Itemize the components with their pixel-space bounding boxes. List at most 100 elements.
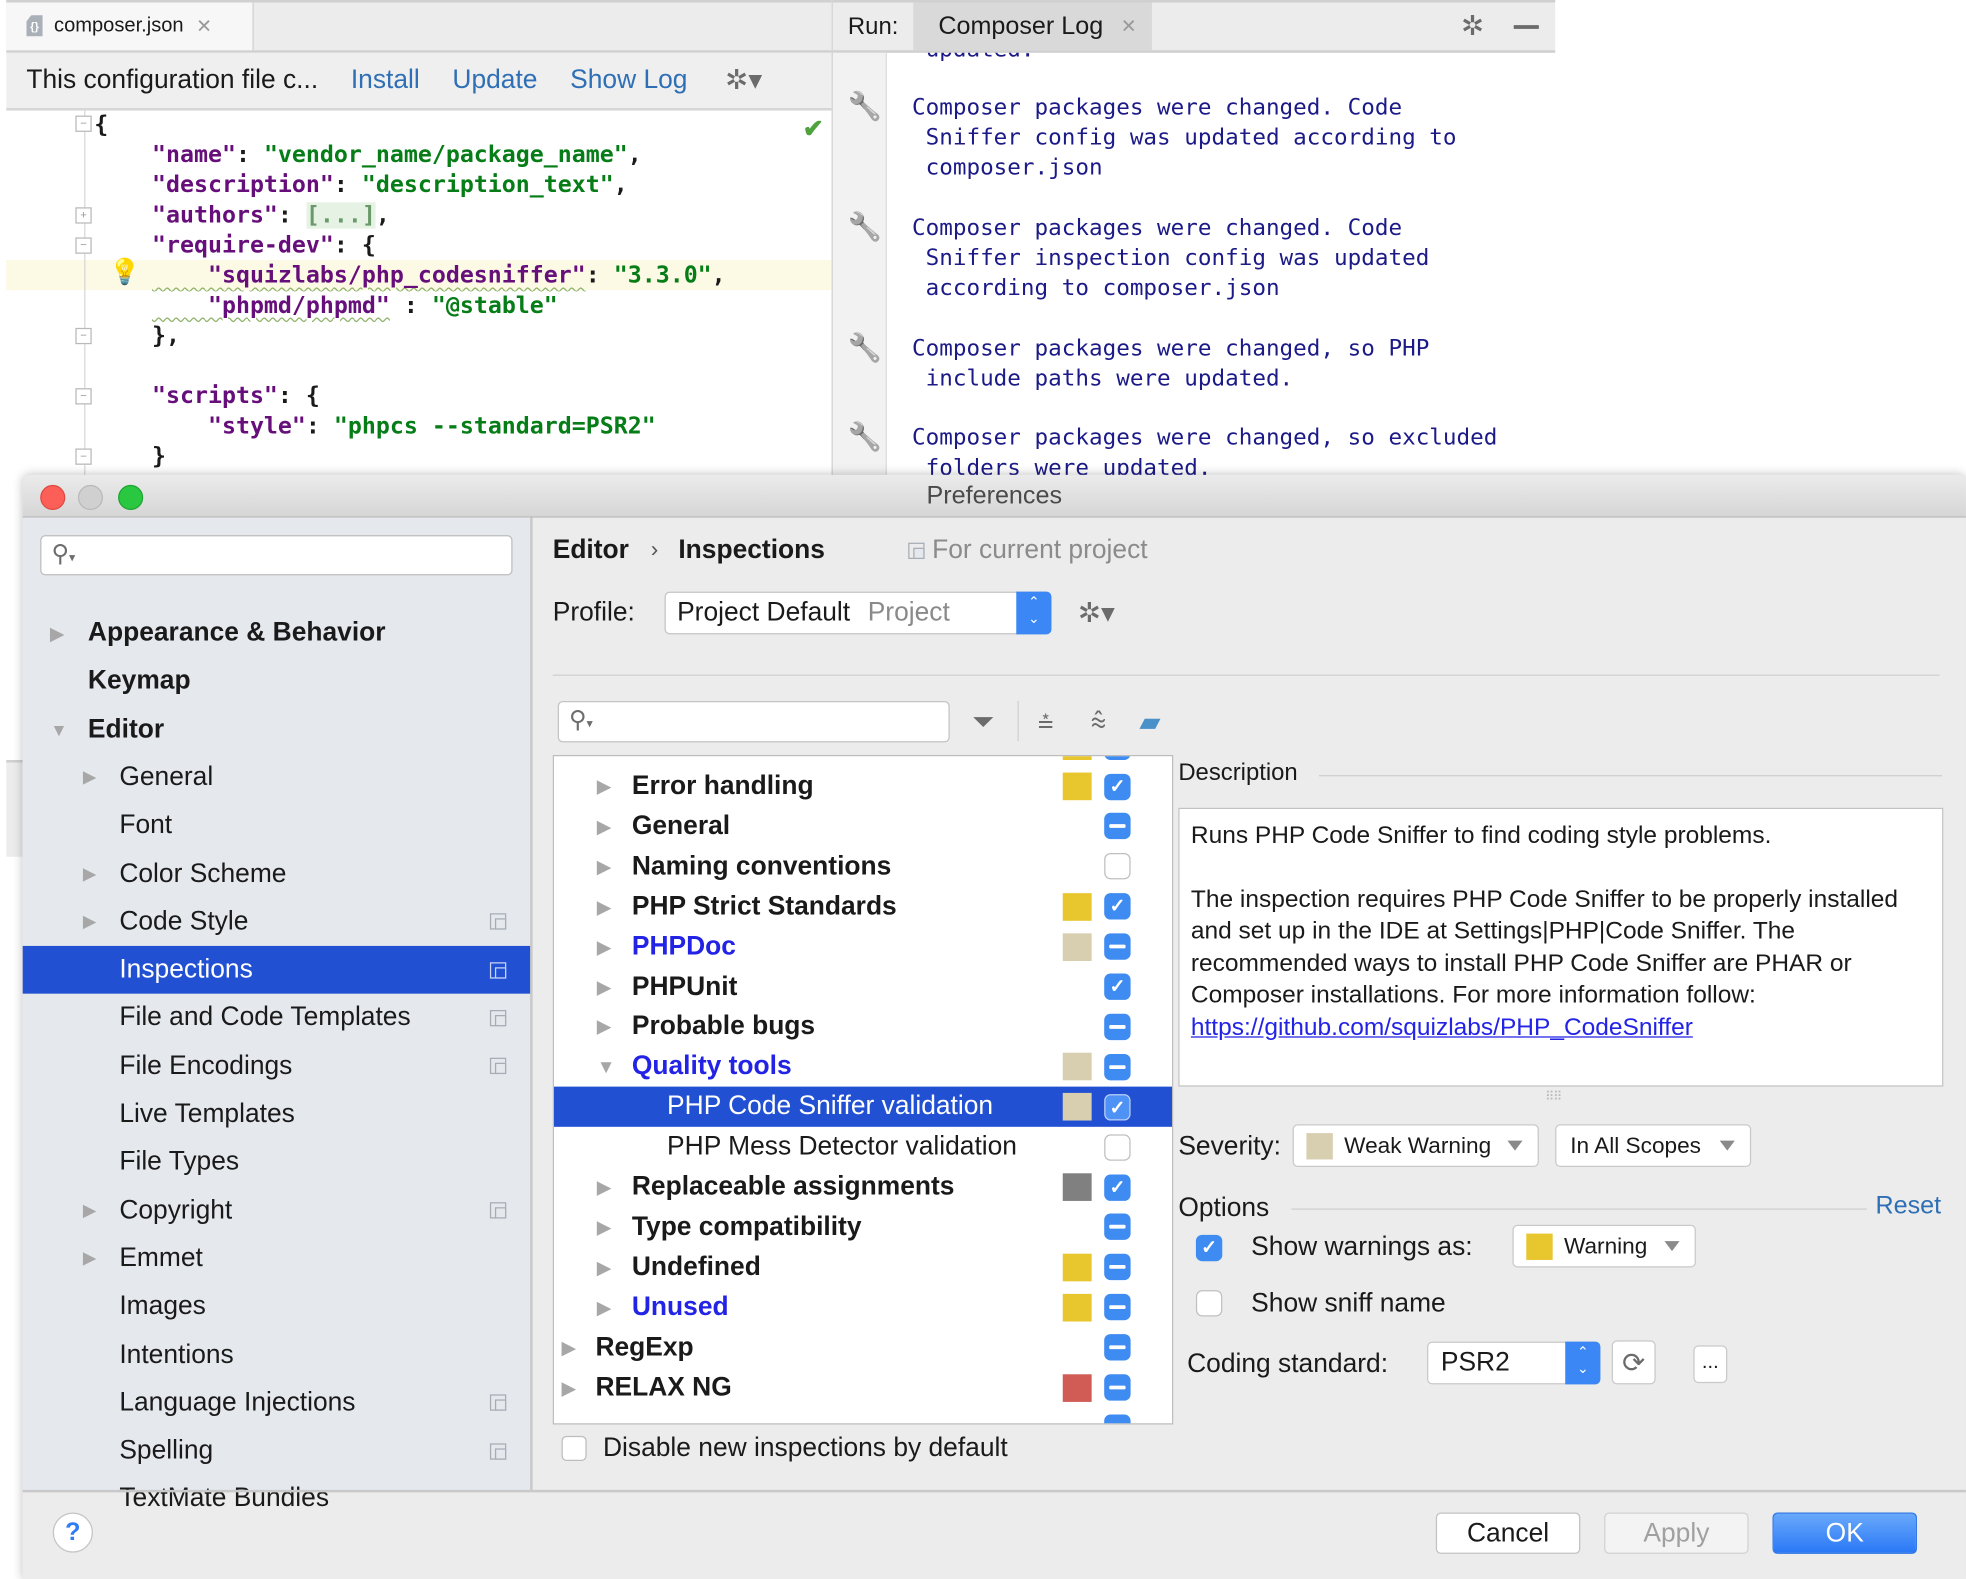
inspection-checkbox[interactable]: ✓ (1104, 1173, 1131, 1201)
sidebar-item-editor[interactable]: ▼ Editor (23, 705, 531, 753)
inspection-checkbox[interactable]: ✓ (1104, 773, 1131, 800)
sidebar-item-live-templates[interactable]: Live Templates (23, 1090, 531, 1138)
expand-all-icon[interactable]: ⩮ (1038, 706, 1054, 739)
sidebar-item-file-encodings[interactable]: File Encodings (23, 1042, 531, 1090)
expand-arrow-right-icon[interactable]: ▶ (597, 815, 612, 837)
inspection-row-php-strict-standards[interactable]: ▶ PHP Strict Standards ✓ (554, 886, 1172, 926)
inspection-row-unused[interactable]: ▶ Unused (554, 1287, 1172, 1327)
install-link[interactable]: Install (351, 65, 420, 95)
inspection-row-general[interactable]: ▶ General (554, 806, 1172, 846)
inspection-checkbox[interactable] (1104, 1053, 1131, 1081)
show-warnings-checkbox[interactable]: ✓ (1195, 1234, 1223, 1262)
inspection-checkbox[interactable]: ✓ (1104, 893, 1131, 920)
inspection-checkbox[interactable] (1104, 1013, 1131, 1040)
show-sniff-name-label[interactable]: Show sniff name (1251, 1289, 1446, 1319)
inspection-row-regexp[interactable]: ▶ RegExp (554, 1327, 1172, 1367)
folded-region[interactable]: [...] (305, 202, 376, 229)
show-warnings-select[interactable]: Warning (1512, 1224, 1696, 1268)
inspection-checkbox[interactable] (1104, 813, 1131, 840)
expand-arrow-right-icon[interactable]: ▶ (597, 975, 612, 998)
sidebar-item-keymap[interactable]: Keymap (23, 657, 531, 705)
inspection-checkbox[interactable] (1104, 853, 1131, 880)
fold-toggle-icon[interactable]: − (75, 327, 92, 345)
settings-search-input[interactable]: ⚲▾ (40, 535, 513, 576)
fold-toggle-icon[interactable]: − (75, 448, 92, 465)
editor-tab-composer-json[interactable]: {} composer.json ✕ (6, 2, 254, 51)
sidebar-item-general[interactable]: ▶ General (23, 754, 531, 802)
inspection-checkbox[interactable] (1104, 1133, 1131, 1161)
sidebar-item-color-scheme[interactable]: ▶ Color Scheme (23, 850, 531, 898)
close-icon[interactable]: ✕ (196, 15, 212, 37)
sidebar-item-spelling[interactable]: Spelling (23, 1427, 531, 1475)
expand-arrow-right-icon[interactable]: ▶ (597, 775, 612, 797)
browse-button[interactable]: ... (1693, 1345, 1728, 1384)
inspection-row-php-mess-detector-validation[interactable]: PHP Mess Detector validation (554, 1127, 1172, 1167)
expand-arrow-right-icon[interactable]: ▶ (597, 935, 612, 958)
run-tab-composer-log[interactable]: Composer Log ✕ (913, 2, 1152, 51)
fold-toggle-icon[interactable]: − (75, 237, 92, 254)
inspection-row-phpunit[interactable]: ▶ PHPUnit ✓ (554, 967, 1172, 1007)
sidebar-item-textmate-bundles[interactable]: TextMate Bundles (23, 1475, 531, 1523)
expand-arrow-right-icon[interactable]: ▶ (597, 1016, 612, 1038)
expand-arrow-down-icon[interactable]: ▼ (597, 1056, 616, 1077)
inspection-row-replaceable-assignments[interactable]: ▶ Replaceable assignments ✓ (554, 1167, 1172, 1207)
inspection-row-quality-tools[interactable]: ▼ Quality tools (554, 1047, 1172, 1087)
sidebar-item-inspections[interactable]: Inspections (22, 946, 531, 994)
disable-new-inspections-label[interactable]: Disable new inspections by default (603, 1433, 1008, 1463)
sidebar-item-file-types[interactable]: File Types (23, 1138, 531, 1186)
inspection-row-php-code-sniffer-validation[interactable]: PHP Code Sniffer validation ✓ (553, 1086, 1173, 1128)
sidebar-item-appearance-behavior[interactable]: ▶ Appearance & Behavior (23, 609, 531, 657)
reset-eraser-icon[interactable]: ▰ (1139, 706, 1160, 739)
inspection-row-undefined[interactable]: ▶ Undefined (554, 1247, 1172, 1287)
inspection-checkbox[interactable] (1104, 1294, 1131, 1321)
expand-arrow-right-icon[interactable]: ▶ (597, 895, 612, 918)
reset-link[interactable]: Reset (1876, 1192, 1942, 1221)
severity-select[interactable]: Weak Warning (1292, 1124, 1539, 1168)
gear-icon[interactable]: ✲▾ (1078, 597, 1115, 630)
gear-icon[interactable]: ✲ (1461, 10, 1484, 43)
refresh-standards-button[interactable]: ⟳ (1611, 1340, 1656, 1385)
sidebar-item-font[interactable]: Font (23, 802, 531, 850)
ok-button[interactable]: OK (1772, 1512, 1917, 1554)
show-sniff-name-checkbox[interactable] (1195, 1290, 1223, 1317)
expand-arrow-right-icon[interactable]: ▶ (83, 767, 97, 788)
inspection-checkbox[interactable]: ✓ (1104, 973, 1131, 1000)
sidebar-item-language-injections[interactable]: Language Injections (23, 1379, 531, 1427)
expand-arrow-right-icon[interactable]: ▶ (562, 1376, 577, 1398)
inspection-checkbox[interactable]: ✓ (1104, 1093, 1131, 1121)
expand-arrow-right-icon[interactable]: ▶ (597, 855, 612, 877)
sidebar-item-copyright[interactable]: ▶ Copyright (23, 1187, 531, 1235)
expand-arrow-right-icon[interactable]: ▶ (597, 1176, 612, 1198)
lightbulb-icon[interactable]: 💡 (109, 256, 140, 287)
expand-arrow-right-icon[interactable]: ▶ (597, 1256, 612, 1278)
tree-checkbox[interactable] (1104, 756, 1131, 760)
minimize-icon[interactable] (1513, 25, 1539, 29)
inspection-checkbox[interactable] (1104, 1374, 1131, 1401)
expand-arrow-right-icon[interactable]: ▶ (50, 622, 64, 643)
fold-toggle-icon[interactable]: − (75, 115, 92, 132)
sidebar-item-intentions[interactable]: Intentions (23, 1331, 531, 1379)
codesniffer-link[interactable]: https://github.com/squizlabs/PHP_CodeSni… (1191, 1013, 1693, 1041)
scope-select[interactable]: In All Scopes (1555, 1124, 1752, 1168)
collapse-all-icon[interactable]: ⩯ (1090, 706, 1106, 739)
gear-icon[interactable]: ✲▾ (725, 64, 762, 97)
expand-arrow-right-icon[interactable]: ▶ (83, 1200, 97, 1221)
sidebar-item-code-style[interactable]: ▶ Code Style (23, 898, 531, 946)
fold-toggle-icon[interactable]: + (75, 207, 92, 224)
expand-arrow-right-icon[interactable]: ▶ (597, 1216, 612, 1238)
apply-button[interactable]: Apply (1604, 1512, 1749, 1554)
expand-arrow-right-icon[interactable]: ▶ (83, 863, 97, 884)
inspection-checkbox[interactable] (1104, 1254, 1131, 1281)
sidebar-item-file-and-code-templates[interactable]: File and Code Templates (23, 994, 531, 1042)
expand-arrow-down-icon[interactable]: ▼ (50, 719, 67, 739)
inspection-row-relax-ng[interactable]: ▶ RELAX NG (554, 1367, 1172, 1407)
inspection-checkbox[interactable] (1104, 1334, 1131, 1361)
show-log-link[interactable]: Show Log (570, 65, 687, 95)
coding-standard-select[interactable]: PSR2 ⌃ ⌄ (1427, 1341, 1601, 1385)
breadcrumb-parent[interactable]: Editor (553, 535, 629, 565)
expand-arrow-right-icon[interactable]: ▶ (83, 911, 97, 932)
inspection-row-naming-conventions[interactable]: ▶ Naming conventions (554, 846, 1172, 886)
inspection-search-input[interactable]: ⚲▾ (557, 700, 950, 743)
inspection-checkbox[interactable] (1104, 1213, 1131, 1241)
inspection-row-error-handling[interactable]: ▶ Error handling ✓ (554, 766, 1172, 806)
